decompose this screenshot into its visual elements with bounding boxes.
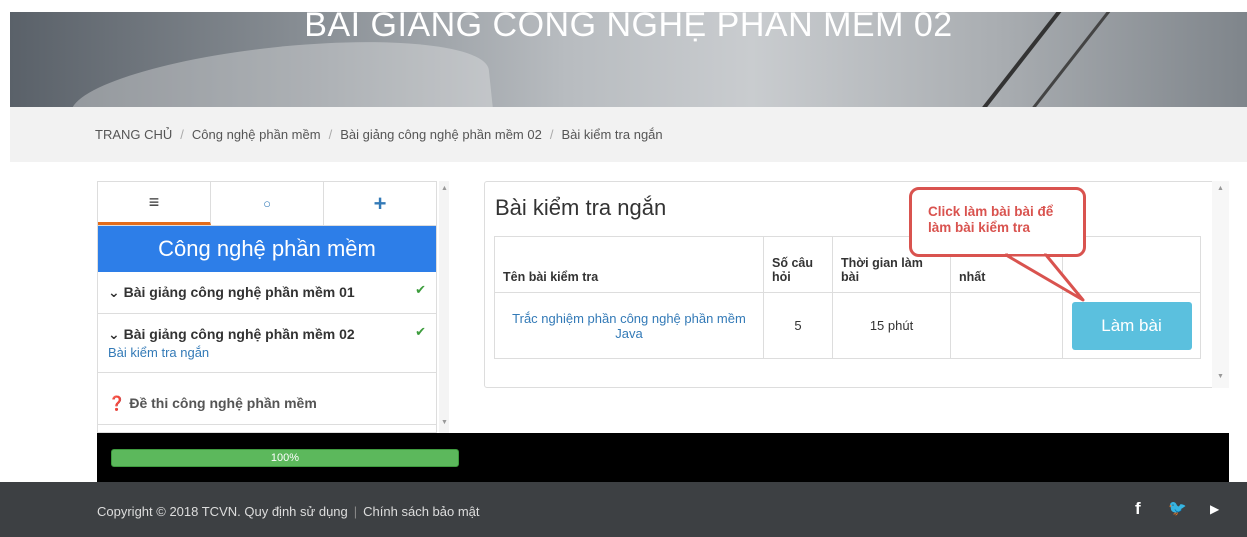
menu-icon: ≡ [148,191,160,212]
breadcrumb-current: Bài kiểm tra ngắn [561,127,663,142]
twitter-icon[interactable]: 🐦 [1168,499,1187,517]
check-icon: ✔ [415,282,426,297]
question-count: 5 [763,292,833,359]
sidebar-item-lesson-01[interactable]: ⌄ Bài giảng công nghệ phần mềm 01 ✔ [98,272,436,314]
breadcrumb-separator: / [328,127,333,142]
terms-link[interactable]: Quy định sử dụng [244,504,347,519]
start-quiz-button[interactable]: Làm bài [1071,301,1192,350]
sidebar-item-label: Đề thi công nghệ phần mềm [129,395,317,411]
callout-annotation: Click làm bài bài để làm bài kiểm tra [909,187,1086,257]
breadcrumb-course[interactable]: Công nghệ phần mềm [192,127,321,142]
sidebar-item-exam[interactable]: ❓ Đề thi công nghệ phần mềm [98,373,436,425]
best-score [950,292,1063,359]
copyright: Copyright © 2018 TCVN. [97,504,241,519]
footer: Copyright © 2018 TCVN. Quy định sử dụng |… [0,482,1247,537]
footer-separator: | [353,504,358,519]
breadcrumb-separator: / [180,127,184,142]
tab-comments[interactable]: ○ [211,182,324,225]
progress-bar: 100% [111,449,459,467]
chevron-down-icon: ⌄ [108,284,120,300]
quiz-table: Tên bài kiểm tra Số câu hỏi Thời gian là… [494,236,1201,359]
panel-title: Bài kiểm tra ngắn [495,195,667,220]
time-limit: 15 phút [832,292,951,359]
plus-icon: + [373,190,387,216]
scroll-up-icon[interactable]: ▲ [441,185,448,192]
footer-text: Copyright © 2018 TCVN. Quy định sử dụng |… [97,504,480,519]
panel-scrollbar[interactable]: ▲ ▼ [1212,181,1229,388]
sidebar-item-label: Bài giảng công nghệ phần mềm 02 [123,326,355,342]
breadcrumb-home[interactable]: TRANG CHỦ [95,127,172,142]
breadcrumb-separator: / [549,127,554,142]
facebook-icon[interactable]: f [1135,499,1141,519]
youtube-icon[interactable]: ▶ [1210,502,1219,516]
page-title: BÀI GIẢNG CÔNG NGHỆ PHẦN MỀM 02 [304,12,953,44]
sidebar-item-label: Bài giảng công nghệ phần mềm 01 [123,284,355,300]
sidebar-item-lesson-02[interactable]: ⌄ Bài giảng công nghệ phần mềm 02 ✔ Bài … [98,314,436,373]
comment-icon: ○ [263,196,271,211]
question-circle-icon: ❓ [108,395,126,411]
course-sidebar: ≡ ○ + Công nghệ phần mềm ⌄ Bài giảng côn… [97,181,437,433]
sidebar-subitem-quiz[interactable]: Bài kiểm tra ngắn [108,345,426,360]
banner: BÀI GIẢNG CÔNG NGHỆ PHẦN MỀM 02 [10,12,1247,107]
column-header: Số câu hỏi [763,236,833,293]
table-row: Trắc nghiệm phần công nghệ phần mềm Java… [494,292,1201,359]
progress-band: 100% [97,433,1229,482]
tab-menu[interactable]: ≡ [98,182,211,225]
check-icon: ✔ [415,324,426,339]
course-title[interactable]: Công nghệ phần mềm [98,226,436,272]
sidebar-scrollbar[interactable]: ▲ ▼ [439,181,449,433]
scroll-down-icon[interactable]: ▼ [441,419,448,426]
breadcrumb-bar: TRANG CHỦ / Công nghệ phần mềm / Bài giảng c… [10,107,1247,162]
breadcrumb: TRANG CHỦ / Công nghệ phần mềm / Bài giảng c… [95,127,663,142]
quiz-name-link[interactable]: Trắc nghiệm phần công nghệ phần mềm Java [512,311,746,341]
breadcrumb-lesson[interactable]: Bài giảng công nghệ phần mềm 02 [340,127,542,142]
privacy-link[interactable]: Chính sách bảo mật [363,504,479,519]
tab-add[interactable]: + [324,182,436,225]
scroll-up-icon[interactable]: ▲ [1217,185,1224,192]
chevron-down-icon: ⌄ [108,326,120,342]
scroll-down-icon[interactable]: ▼ [1217,373,1224,380]
column-header: Tên bài kiểm tra [494,236,764,293]
sidebar-tabs: ≡ ○ + [98,182,436,226]
